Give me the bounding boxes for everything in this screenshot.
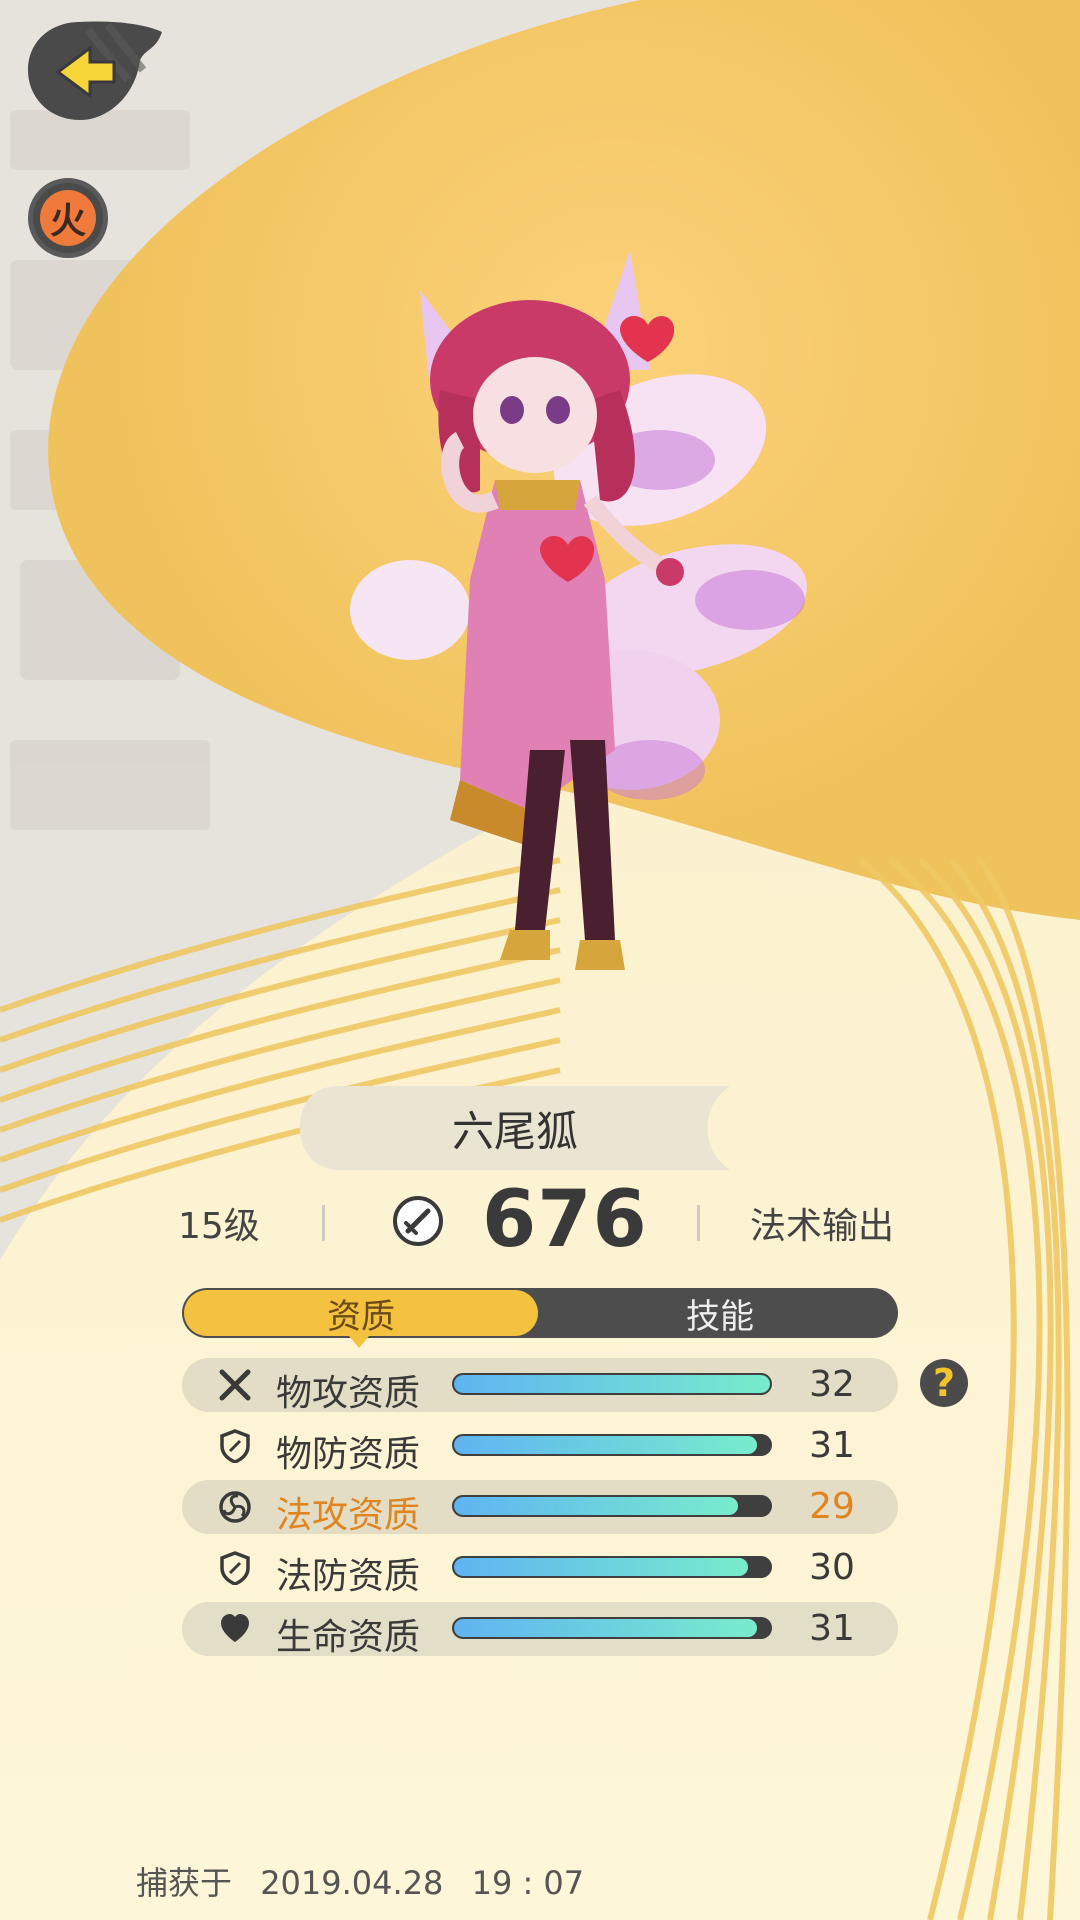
attribute-value: 32	[809, 1364, 855, 1405]
shield-icon	[220, 1551, 250, 1585]
capture-prefix: 捕获于	[136, 1864, 233, 1902]
attribute-bar-fill	[454, 1436, 758, 1454]
capture-date: 2019.04.28	[260, 1864, 444, 1902]
divider	[322, 1205, 325, 1241]
attribute-row: 物防资质 31	[182, 1419, 898, 1475]
pet-role: 法术输出	[750, 1206, 895, 1247]
attribute-value: 29	[809, 1486, 855, 1527]
attribute-value: 30	[809, 1547, 855, 1588]
tab-aptitude[interactable]: 资质	[184, 1290, 538, 1337]
element-badge[interactable]: 火	[28, 178, 108, 258]
capture-info: 捕获于 2019.04.28 19 : 07	[136, 1858, 602, 1904]
pet-level: 15级	[178, 1206, 260, 1247]
tab-skills[interactable]: 技能	[542, 1288, 898, 1338]
crossed-swords-icon	[219, 1369, 251, 1401]
attribute-row: 法攻资质 29	[182, 1480, 898, 1536]
attribute-label: 物防资质	[276, 1434, 421, 1475]
sword-shield-icon	[393, 1196, 443, 1246]
divider	[697, 1205, 700, 1241]
attribute-value: 31	[809, 1425, 855, 1466]
attribute-bar	[452, 1373, 772, 1395]
heart-icon	[221, 1614, 249, 1642]
magic-swirl-icon	[219, 1491, 251, 1523]
attribute-label: 物攻资质	[276, 1373, 421, 1414]
attribute-bar	[452, 1434, 772, 1456]
back-button[interactable]	[28, 20, 164, 125]
fire-element-icon: 火	[40, 190, 96, 246]
attribute-bar	[452, 1617, 772, 1639]
attribute-bar	[452, 1556, 772, 1578]
pet-character-image	[350, 250, 807, 970]
attribute-label: 法防资质	[276, 1556, 421, 1597]
pet-summary-row: 15级 676 法术输出	[0, 1175, 1080, 1265]
attribute-row: 物攻资质 32	[182, 1358, 898, 1414]
attribute-bar-fill	[454, 1558, 748, 1576]
attribute-label: 生命资质	[276, 1617, 421, 1658]
attribute-bar-fill	[454, 1619, 758, 1637]
attribute-row: 法防资质 30	[182, 1541, 898, 1597]
pet-name: 六尾狐	[451, 1106, 578, 1156]
combat-power: 676	[482, 1175, 648, 1265]
attribute-bar-fill	[454, 1497, 739, 1515]
capture-time: 19 : 07	[471, 1864, 585, 1902]
tab-pointer	[349, 1336, 369, 1348]
pet-name-container: 六尾狐	[300, 1086, 730, 1170]
attribute-bar-fill	[454, 1375, 770, 1393]
attribute-value: 31	[809, 1608, 855, 1649]
shield-icon	[220, 1429, 250, 1463]
attribute-label: 法攻资质	[276, 1495, 421, 1536]
help-button[interactable]: ?	[920, 1359, 968, 1407]
detail-tabs: 资质 技能	[182, 1288, 898, 1338]
attribute-bar	[452, 1495, 772, 1517]
attribute-row: 生命资质 31	[182, 1602, 898, 1658]
